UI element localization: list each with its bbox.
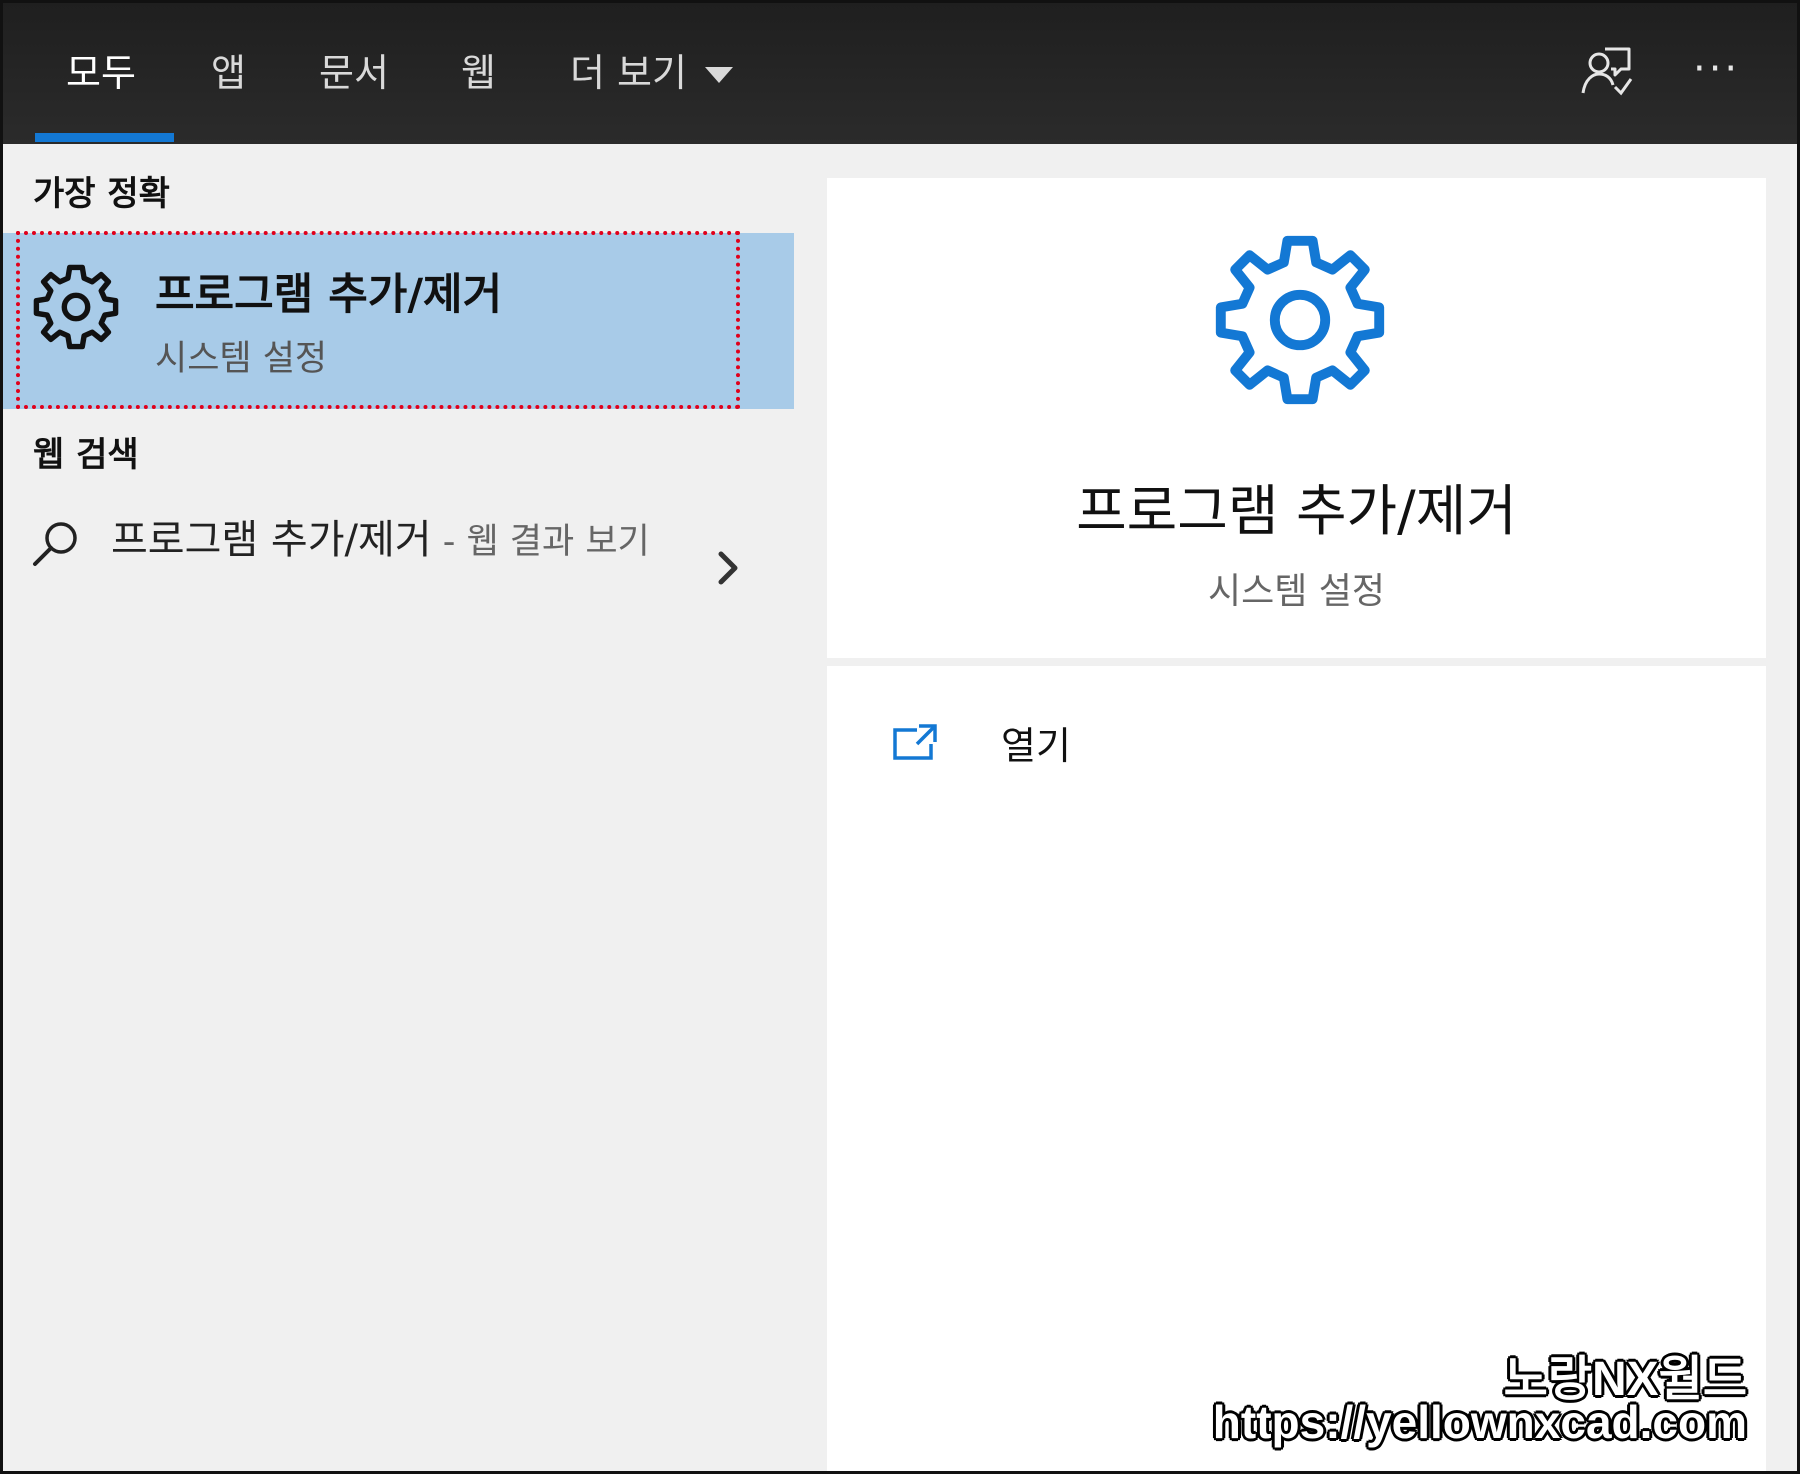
gear-icon [1215,235,1385,405]
tab-apps[interactable]: 앱 [211,43,246,103]
best-match-title: 프로그램 추가/제거 [155,270,503,320]
open-external-icon [893,724,937,760]
web-search-heading: 웹 검색 [33,435,139,475]
web-search-result[interactable]: 프로그램 추가/제거 - 웹 결과 보기 [3,504,794,634]
active-tab-indicator [35,133,174,142]
preview-header-card: 프로그램 추가/제거 시스템 설정 [827,178,1766,658]
web-search-query-text: 프로그램 추가/제거 [111,517,432,563]
results-pane: 가장 정확 프로그램 추가/제거 시스템 설정 웹 검색 프로그램 추가/제거 … [3,144,794,1471]
best-match-heading: 가장 정확 [33,174,170,214]
preview-pane: 프로그램 추가/제거 시스템 설정 열기 [794,144,1797,1471]
preview-subtitle: 시스템 설정 [1207,571,1386,612]
tab-more-label: 더 보기 [570,51,687,95]
best-match-subtitle: 시스템 설정 [155,339,328,379]
search-icon [33,522,77,566]
more-options-icon[interactable]: ··· [1693,47,1753,91]
chevron-right-icon[interactable] [713,548,743,588]
open-action-label: 열기 [1001,724,1071,768]
web-search-suffix: - 웹 결과 보기 [431,522,650,562]
web-search-query: 프로그램 추가/제거 - 웹 결과 보기 [111,512,671,570]
tab-all[interactable]: 모두 [66,43,136,103]
open-action[interactable]: 열기 [877,718,1177,778]
gear-icon [33,264,119,350]
feedback-person-icon[interactable] [1577,43,1633,99]
preview-title: 프로그램 추가/제거 [1076,479,1517,543]
search-scope-bar: 모두 앱 문서 웹 더 보기 ··· [3,3,1797,144]
caret-down-icon [704,67,733,83]
tab-more-dropdown[interactable]: 더 보기 [570,43,733,103]
search-window: 모두 앱 문서 웹 더 보기 ··· 가장 정확 프로그램 추가/제거 시스템 … [0,0,1800,1474]
tab-web[interactable]: 웹 [461,43,496,103]
preview-actions-card: 열기 [827,666,1766,1471]
tab-documents[interactable]: 문서 [319,43,389,103]
